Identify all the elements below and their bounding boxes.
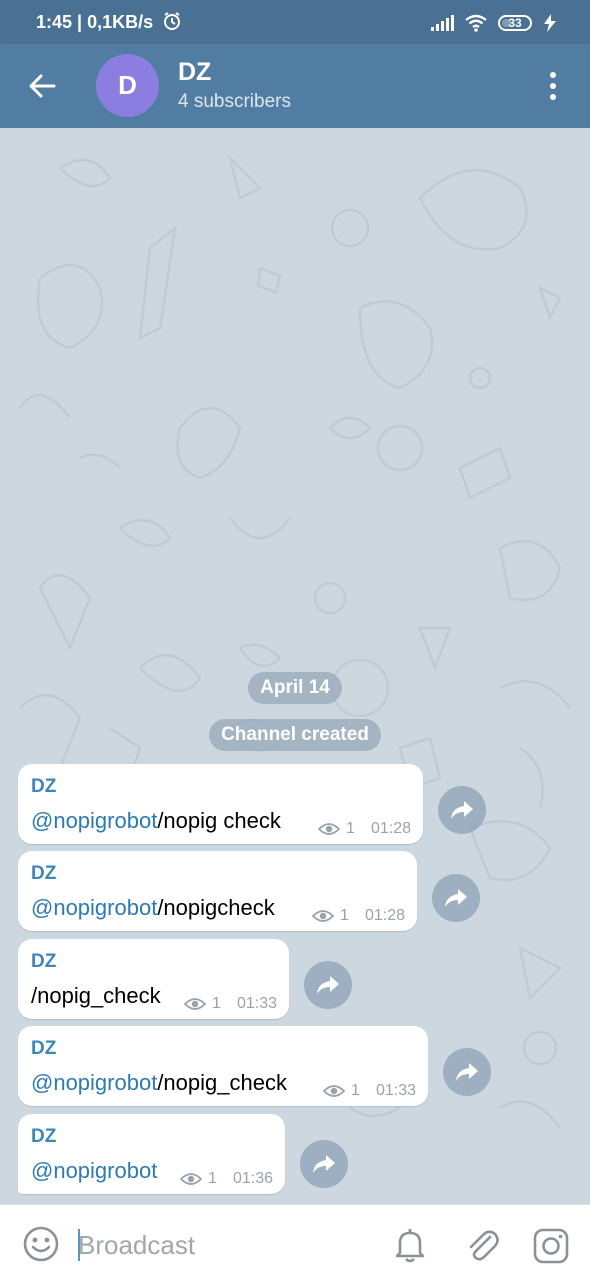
share-icon bbox=[456, 1063, 478, 1081]
message-meta: 1 01:28 bbox=[312, 907, 405, 925]
silent-broadcast-button[interactable] bbox=[390, 1225, 430, 1270]
message-author: DZ bbox=[31, 1126, 57, 1147]
message-text: @nopigrobot/nopigcheck bbox=[31, 895, 275, 920]
status-text: 1:45 | 0,1KB/s bbox=[36, 12, 154, 32]
date-separator: April 14 bbox=[0, 672, 590, 704]
camera-button[interactable] bbox=[532, 1227, 570, 1270]
eye-icon bbox=[318, 823, 341, 835]
message-time: 01:36 bbox=[232, 1170, 273, 1187]
view-count: 1 bbox=[208, 1170, 217, 1187]
message-author: DZ bbox=[31, 951, 57, 972]
attach-button[interactable] bbox=[462, 1225, 502, 1270]
message-text: @nopigrobot bbox=[31, 1158, 157, 1184]
message-author: DZ bbox=[31, 1038, 57, 1059]
message-meta: 1 01:33 bbox=[323, 1082, 416, 1100]
message-author: DZ bbox=[31, 776, 57, 797]
more-vert-icon[interactable] bbox=[538, 66, 568, 106]
message-bubble[interactable]: DZ @nopigrobot 1 01:36 bbox=[18, 1114, 285, 1194]
service-message: Channel created bbox=[0, 719, 590, 751]
message-time: 01:28 bbox=[370, 820, 411, 837]
mention-link[interactable]: @nopigrobot bbox=[31, 895, 157, 920]
status-bar: 1:45 | 0,1KB/s 33 bbox=[0, 0, 590, 44]
share-button[interactable] bbox=[304, 961, 352, 1009]
share-icon bbox=[317, 976, 339, 994]
message-time: 01:33 bbox=[375, 1082, 416, 1099]
message-input[interactable] bbox=[78, 1225, 378, 1265]
message-input-wrapper bbox=[78, 1225, 378, 1265]
channel-title[interactable]: DZ bbox=[178, 58, 211, 87]
eye-icon bbox=[180, 1173, 203, 1185]
back-button[interactable] bbox=[22, 64, 62, 108]
message-text: /nopig_check bbox=[31, 983, 161, 1008]
view-count: 1 bbox=[351, 1082, 360, 1099]
share-button[interactable] bbox=[438, 786, 486, 834]
paperclip-icon bbox=[469, 1230, 499, 1261]
subscriber-count: 4 subscribers bbox=[178, 91, 291, 112]
mention-link[interactable]: @nopigrobot bbox=[31, 1158, 157, 1183]
message-composer bbox=[0, 1204, 590, 1281]
chat-area[interactable]: April 14 Channel created DZ @nopigrobot/… bbox=[0, 128, 590, 1204]
eye-icon bbox=[184, 998, 207, 1010]
message-author: DZ bbox=[31, 863, 57, 884]
view-count: 1 bbox=[212, 995, 221, 1012]
message-text: @nopigrobot/nopig check bbox=[31, 808, 281, 833]
share-button[interactable] bbox=[432, 874, 480, 922]
share-icon bbox=[445, 889, 467, 907]
alarm-icon bbox=[164, 12, 181, 30]
message-time: 01:28 bbox=[364, 907, 405, 924]
camera-icon bbox=[533, 1228, 569, 1264]
view-count: 1 bbox=[346, 820, 355, 837]
bell-icon bbox=[395, 1229, 425, 1263]
message-bubble[interactable]: DZ /nopig_check 1 01:33 bbox=[18, 939, 289, 1019]
message-meta: 1 01:33 bbox=[184, 995, 277, 1013]
text-caret bbox=[78, 1229, 80, 1261]
message-meta: 1 01:36 bbox=[180, 1170, 273, 1188]
message-bubble[interactable]: DZ @nopigrobot/nopig check 1 01:28 bbox=[18, 764, 423, 844]
back-arrow-icon bbox=[29, 74, 56, 98]
message-meta: 1 01:28 bbox=[318, 820, 411, 838]
battery-indicator: 33 bbox=[498, 15, 532, 31]
eye-icon bbox=[323, 1085, 346, 1097]
chat-header: D DZ 4 subscribers bbox=[0, 44, 590, 128]
emoji-button[interactable] bbox=[22, 1225, 60, 1268]
message-time: 01:33 bbox=[236, 995, 277, 1012]
share-icon bbox=[313, 1155, 335, 1173]
mention-link[interactable]: @nopigrobot bbox=[31, 1070, 157, 1095]
emoji-icon bbox=[23, 1226, 59, 1262]
share-button[interactable] bbox=[443, 1048, 491, 1096]
share-icon bbox=[451, 801, 473, 819]
channel-avatar[interactable]: D bbox=[96, 54, 159, 117]
message-bubble[interactable]: DZ @nopigrobot/nopig_check 1 01:33 bbox=[18, 1026, 428, 1106]
signal-icon bbox=[431, 15, 454, 31]
message-bubble[interactable]: DZ @nopigrobot/nopigcheck 1 01:28 bbox=[18, 851, 417, 931]
charging-icon bbox=[544, 14, 556, 32]
share-button[interactable] bbox=[300, 1140, 348, 1188]
message-text: @nopigrobot/nopig_check bbox=[31, 1070, 287, 1095]
eye-icon bbox=[312, 910, 335, 922]
view-count: 1 bbox=[340, 907, 349, 924]
mention-link[interactable]: @nopigrobot bbox=[31, 808, 157, 833]
wifi-icon bbox=[465, 14, 487, 32]
